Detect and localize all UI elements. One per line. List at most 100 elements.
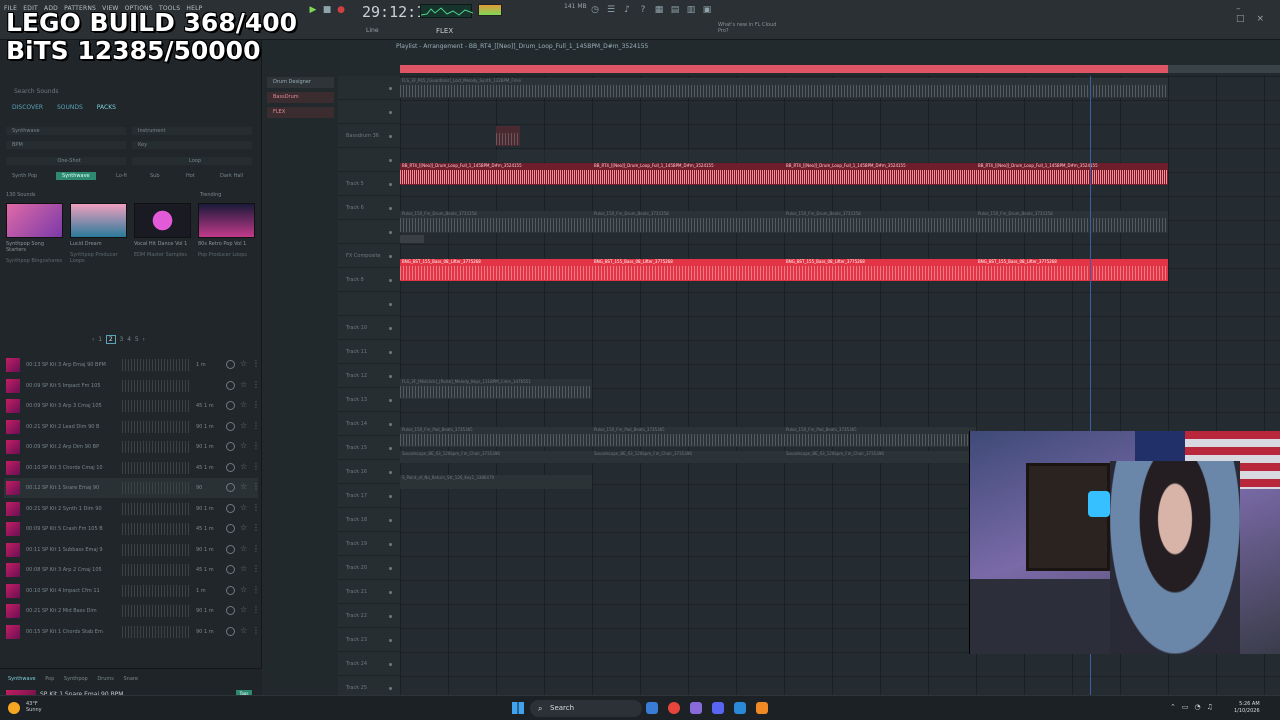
track-header[interactable]: Track 6 [338, 196, 400, 220]
more-icon[interactable]: ⋮ [252, 524, 261, 533]
tab-sounds[interactable]: SOUNDS [57, 104, 83, 111]
track-mute-icon[interactable] [389, 87, 392, 90]
sample-waveform[interactable] [122, 502, 190, 515]
pack-card[interactable]: Synthpop Song Starters Synthpop Bingosha… [6, 203, 63, 264]
star-icon[interactable]: ☆ [240, 544, 249, 554]
flex-label[interactable]: FLEX [436, 27, 453, 35]
playlist-icon[interactable]: ▦ [654, 5, 664, 15]
star-icon[interactable]: ☆ [240, 483, 249, 492]
sample-row[interactable]: 00:21 SP Kit 2 Mid Bass Dim 90 1 m ☆ ⋮ [4, 601, 260, 621]
prev-page-icon[interactable]: ‹ [92, 336, 94, 343]
windows-start-icon[interactable] [512, 702, 524, 714]
key-filter[interactable]: Key [132, 141, 252, 149]
star-icon[interactable]: ☆ [240, 606, 249, 615]
sample-row[interactable]: 00:09 SP Kit 5 Crash Fm 105 B 45 1 m ☆ ⋮ [4, 519, 261, 539]
instrument-filter[interactable]: Instrument [132, 127, 252, 135]
add-icon[interactable] [226, 565, 235, 574]
sample-waveform[interactable] [122, 543, 190, 556]
sample-row[interactable]: 00:21 SP Kit 2 Synth 1 Dim 90 90 1 m ☆ ⋮ [4, 499, 260, 519]
playlist-clip[interactable]: Pulse_150_Fm_Pad_Beats_3735365 [592, 427, 784, 447]
track-mute-icon[interactable] [389, 279, 392, 282]
track-header[interactable]: Track 17 [338, 484, 400, 508]
track-mute-icon[interactable] [389, 159, 392, 162]
tag-chip[interactable]: Drums [97, 676, 114, 682]
add-icon[interactable] [226, 401, 235, 410]
weather-widget[interactable]: 43°F Sunny [26, 701, 42, 713]
track-mute-icon[interactable] [389, 663, 392, 666]
playlist-clip[interactable]: BNG_BST_155_Bass_08_Lifter_3775268 [976, 259, 1168, 281]
app-icon[interactable] [690, 702, 702, 714]
sample-row[interactable]: 00:09 SP Kit 3 Arp 3 Cmaj 105 45 1 m ☆ ⋮ [4, 396, 261, 416]
chrome-icon[interactable] [668, 702, 680, 714]
track-header[interactable]: Track 5 [338, 172, 400, 196]
more-icon[interactable]: ⋮ [252, 462, 261, 472]
channel-rack-icon[interactable]: ▥ [686, 5, 696, 15]
page-3[interactable]: 3 [120, 336, 124, 343]
more-icon[interactable]: ⋮ [252, 565, 261, 574]
track-mute-icon[interactable] [389, 495, 392, 498]
track-mute-icon[interactable] [389, 255, 392, 258]
add-icon[interactable] [226, 606, 235, 615]
sample-waveform[interactable] [122, 625, 190, 638]
discord-icon[interactable] [712, 702, 724, 714]
pack-card[interactable]: 80s Retro Pop Vol 1 Pop Producer Loops [198, 203, 255, 258]
sample-waveform[interactable] [122, 441, 190, 453]
chip-lofi[interactable]: Lo-fi [110, 172, 133, 180]
track-mute-icon[interactable] [389, 639, 392, 642]
help-icon[interactable]: ? [638, 5, 648, 15]
add-icon[interactable] [226, 524, 235, 533]
playlist-clip[interactable]: BB_RT4_[[Neo]]_Drum_Loop_Full_1_145BPM_D… [784, 163, 976, 185]
bpm-filter[interactable]: BPM [6, 141, 126, 149]
track-mute-icon[interactable] [389, 399, 392, 402]
sample-row[interactable]: 00:08 SP Kit 3 Arp 2 Cmaj 105 45 1 m ☆ ⋮ [4, 560, 261, 580]
more-icon[interactable]: ⋮ [252, 421, 261, 431]
star-icon[interactable]: ☆ [240, 360, 249, 369]
sample-waveform[interactable] [122, 379, 190, 392]
genre-filter[interactable]: Synthwave [6, 127, 126, 135]
more-icon[interactable]: ⋮ [252, 401, 261, 410]
track-header[interactable]: Track 22 [338, 604, 400, 628]
playlist-clip[interactable]: BB_RT4_[[Neo]]_Drum_Loop_Full_1_145BPM_D… [400, 163, 592, 185]
track-header[interactable]: Track 13 [338, 388, 400, 412]
sample-waveform[interactable] [122, 482, 190, 494]
playlist-clip[interactable] [496, 150, 1168, 162]
oneshot-filter[interactable]: One-Shot [6, 157, 126, 165]
more-icon[interactable]: ⋮ [252, 360, 261, 369]
playlist-clip[interactable]: Pulse_150_Fm_Drum_Beats_3735358 [592, 211, 784, 233]
trending-sort[interactable]: Trending [200, 192, 221, 198]
playlist-clip[interactable]: BNG_BST_155_Bass_08_Lifter_3775268 [592, 259, 784, 281]
more-icon[interactable]: ⋮ [252, 380, 261, 390]
more-icon[interactable]: ⋮ [252, 483, 261, 492]
sample-row[interactable]: 00:11 SP Kit 1 Subbass Emaj 9 90 1 m ☆ ⋮ [4, 540, 261, 560]
tag-chip[interactable]: Snare [123, 676, 137, 682]
page-1[interactable]: 1 [98, 336, 102, 343]
track-header[interactable]: Track 23 [338, 628, 400, 652]
track-header[interactable]: Track 21 [338, 580, 400, 604]
track-mute-icon[interactable] [389, 327, 392, 330]
track-header[interactable]: Track 20 [338, 556, 400, 580]
chip-sub[interactable]: Sub [144, 172, 166, 180]
track-mute-icon[interactable] [389, 447, 392, 450]
playlist-clip[interactable]: S_Point_of_No_Return_Str_126_Key1_338647… [400, 475, 592, 489]
star-icon[interactable]: ☆ [240, 380, 249, 390]
record-icon[interactable]: ● [336, 5, 346, 15]
more-icon[interactable]: ⋮ [252, 585, 261, 595]
sample-waveform[interactable] [122, 584, 190, 597]
news-panel[interactable]: What's new in FL Cloud Pro? [718, 22, 778, 34]
star-icon[interactable]: ☆ [240, 524, 249, 533]
window-controls[interactable]: –□× [1236, 4, 1280, 24]
taskbar-search[interactable]: ⌕ Search [530, 700, 642, 717]
track-header[interactable]: Track 14 [338, 412, 400, 436]
track-header[interactable]: Track 19 [338, 532, 400, 556]
tag-chip[interactable]: Synthpop [64, 676, 88, 682]
playlist-clip[interactable]: BNG_BST_155_Bass_08_Lifter_3775268 [400, 259, 592, 281]
chip-synth-pop[interactable]: Synth Pop [6, 172, 43, 180]
more-icon[interactable]: ⋮ [252, 544, 261, 554]
playlist-clip[interactable]: BNG_BST_155_Bass_08_Lifter_3775268 [784, 259, 976, 281]
star-icon[interactable]: ☆ [240, 442, 249, 451]
track-header[interactable]: Track 16 [338, 460, 400, 484]
tab-packs[interactable]: PACKS [97, 104, 116, 111]
playlist-clip[interactable]: Pulse_150_Fm_Pad_Beats_3735365 [784, 427, 976, 447]
pack-card[interactable]: Vocal Hit Dance Vol 1 EDM Master Samples [134, 203, 191, 258]
playlist-clip[interactable]: Soundscape_BE_03_120bpm_Fm_Choir_3735398 [400, 451, 592, 463]
